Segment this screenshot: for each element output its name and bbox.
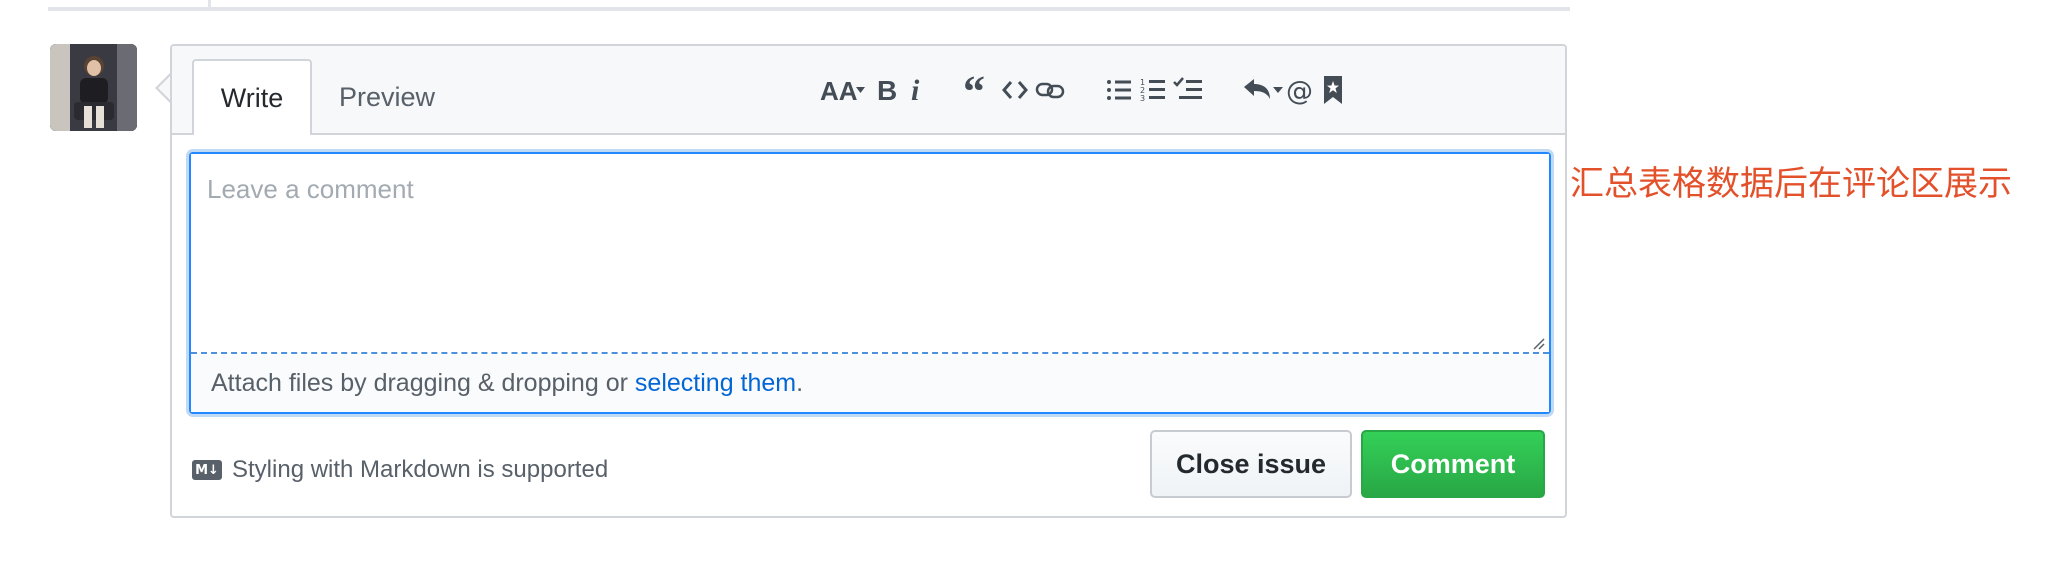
tab-preview[interactable]: Preview (322, 59, 452, 135)
resize-handle-icon[interactable] (1531, 336, 1545, 350)
markdown-hint-text: Styling with Markdown is supported (232, 456, 609, 483)
timeline-divider (48, 0, 1570, 11)
code-icon[interactable] (1000, 68, 1030, 112)
close-issue-button[interactable]: Close issue (1150, 430, 1352, 498)
comment-form-header: Write Preview AA B i “ 123 @ (172, 46, 1565, 135)
svg-text:3: 3 (1140, 94, 1145, 103)
avatar[interactable] (50, 44, 137, 131)
task-list-icon[interactable] (1172, 68, 1204, 112)
unordered-list-icon[interactable] (1104, 68, 1134, 112)
attach-files-bar[interactable]: Attach files by dragging & dropping or s… (191, 355, 1549, 412)
svg-text:i: i (911, 75, 920, 105)
bold-icon[interactable]: B (874, 68, 900, 112)
svg-text:B: B (877, 75, 897, 105)
bookmark-icon[interactable] (1320, 68, 1346, 112)
comment-button[interactable]: Comment (1361, 430, 1545, 498)
italic-icon[interactable]: i (906, 68, 926, 112)
tab-write[interactable]: Write (192, 59, 312, 135)
comment-editor: Attach files by dragging & dropping or s… (189, 152, 1551, 414)
header-text-icon[interactable]: AA (820, 68, 866, 112)
ordered-list-icon[interactable]: 123 (1138, 68, 1168, 112)
quote-icon[interactable]: “ (962, 68, 992, 112)
markdown-hint[interactable]: M↓ Styling with Markdown is supported (192, 456, 608, 484)
timeline-divider-stub (208, 0, 211, 7)
reply-icon[interactable] (1242, 68, 1284, 112)
comment-form: Write Preview AA B i “ 123 @ Leave a com… (170, 44, 1567, 518)
link-icon[interactable] (1034, 68, 1066, 112)
avatar-image (50, 44, 137, 131)
comment-textarea[interactable] (191, 154, 1549, 354)
markdown-icon: M↓ (192, 460, 222, 480)
svg-text:@: @ (1286, 76, 1313, 105)
svg-text:“: “ (963, 76, 985, 104)
svg-text:AA: AA (820, 76, 858, 105)
select-files-link[interactable]: selecting them (635, 369, 796, 398)
attach-files-text: Attach files by dragging & dropping or (211, 369, 628, 397)
mention-icon[interactable]: @ (1286, 68, 1316, 112)
attach-files-end: . (796, 369, 804, 397)
annotation-text: 汇总表格数据后在评论区展示 (1570, 164, 2012, 204)
